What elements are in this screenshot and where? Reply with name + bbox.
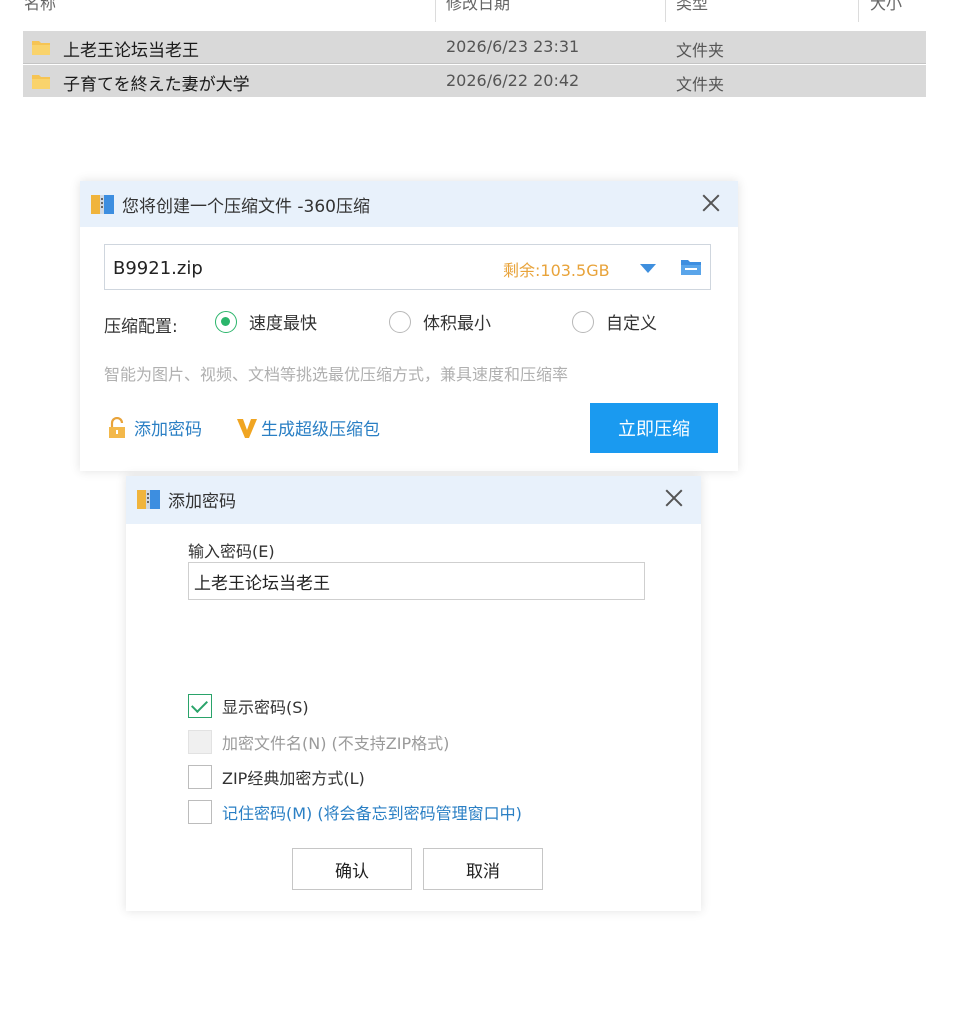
file-row[interactable]: 子育てを終えた妻が大学 2026/6/22 20:42 文件夹 xyxy=(23,65,926,97)
add-password-link[interactable]: 添加密码 xyxy=(106,415,202,440)
file-name: 子育てを終えた妻が大学 xyxy=(63,75,250,95)
add-password-text: 添加密码 xyxy=(134,420,202,440)
folder-icon xyxy=(32,75,50,89)
compress-now-button[interactable]: 立即压缩 xyxy=(590,403,718,453)
remember-password-checkbox[interactable] xyxy=(188,800,212,824)
archive-app-icon xyxy=(137,490,160,509)
column-separator[interactable] xyxy=(858,0,859,22)
zip-classic-checkbox[interactable] xyxy=(188,765,212,789)
compress-dialog-title: 您将创建一个压缩文件 -360压缩 xyxy=(122,197,370,217)
remember-password-label: 记住密码(M) (将会备忘到密码管理窗口中) xyxy=(222,804,522,823)
file-type: 文件夹 xyxy=(676,41,725,60)
password-dialog-title-bar[interactable]: 添加密码 xyxy=(126,476,701,524)
close-icon[interactable] xyxy=(698,190,724,216)
radio-label: 速度最快 xyxy=(249,314,317,334)
folder-icon xyxy=(32,41,50,55)
radio-dot[interactable] xyxy=(389,310,411,333)
compress-config-label: 压缩配置: xyxy=(104,317,178,337)
super-package-text: 生成超级压缩包 xyxy=(261,420,380,440)
encrypt-filename-checkbox xyxy=(188,730,212,754)
column-header-name[interactable]: 名称 xyxy=(24,0,56,13)
close-icon[interactable] xyxy=(661,485,687,511)
column-header-date[interactable]: 修改日期 xyxy=(446,0,510,13)
file-row[interactable]: 上老王论坛当老王 2026/6/23 23:31 文件夹 xyxy=(23,31,926,64)
password-input[interactable] xyxy=(192,566,636,596)
lock-icon xyxy=(109,416,125,438)
show-password-label: 显示密码(S) xyxy=(222,698,309,717)
encrypt-filename-option: 加密文件名(N) (不支持ZIP格式) xyxy=(188,730,449,754)
radio-smallest[interactable]: 体积最小 xyxy=(389,309,491,334)
file-type: 文件夹 xyxy=(676,75,725,94)
radio-fastest[interactable]: 速度最快 xyxy=(215,309,317,334)
radio-dot[interactable] xyxy=(215,310,237,333)
dropdown-arrow-icon[interactable] xyxy=(640,264,656,273)
confirm-button[interactable]: 确认 xyxy=(292,848,412,890)
super-package-link[interactable]: 生成超级压缩包 xyxy=(235,415,380,440)
cancel-button[interactable]: 取消 xyxy=(423,848,543,890)
compress-hint: 智能为图片、视频、文档等挑选最优压缩方式，兼具速度和压缩率 xyxy=(104,365,569,384)
radio-label: 自定义 xyxy=(606,314,657,334)
column-header-size[interactable]: 大小 xyxy=(870,0,902,13)
browse-folder-icon[interactable] xyxy=(680,257,702,277)
archive-app-icon xyxy=(91,195,114,214)
compress-dialog: 您将创建一个压缩文件 -360压缩 剩余:103.5GB 压缩配置: 速度最快 … xyxy=(80,181,738,471)
file-explorer: 名称 修改日期 类型 大小 上老王论坛当老王 2026/6/23 23:31 文… xyxy=(0,0,960,110)
password-input-label: 输入密码(E) xyxy=(188,542,275,561)
file-name: 上老王论坛当老王 xyxy=(63,41,199,61)
radio-label: 体积最小 xyxy=(423,314,491,334)
v-badge-icon xyxy=(237,418,257,438)
remember-password-option[interactable]: 记住密码(M) (将会备忘到密码管理窗口中) xyxy=(188,800,522,824)
filename-field[interactable]: 剩余:103.5GB xyxy=(104,244,711,290)
encrypt-filename-label: 加密文件名(N) (不支持ZIP格式) xyxy=(222,734,450,753)
compress-dialog-title-bar[interactable]: 您将创建一个压缩文件 -360压缩 xyxy=(80,181,738,227)
radio-dot[interactable] xyxy=(572,310,594,333)
zip-classic-option[interactable]: ZIP经典加密方式(L) xyxy=(188,765,365,789)
column-header-type[interactable]: 类型 xyxy=(676,0,708,13)
radio-custom[interactable]: 自定义 xyxy=(572,309,657,334)
file-date: 2026/6/22 20:42 xyxy=(446,71,580,90)
column-separator[interactable] xyxy=(665,0,666,22)
show-password-checkbox[interactable] xyxy=(188,694,212,718)
zip-classic-label: ZIP经典加密方式(L) xyxy=(222,769,365,788)
password-dialog-title: 添加密码 xyxy=(168,492,236,512)
file-date: 2026/6/23 23:31 xyxy=(446,37,580,56)
column-separator[interactable] xyxy=(435,0,436,22)
free-space-label: 剩余:103.5GB xyxy=(503,261,610,280)
password-dialog: 添加密码 输入密码(E) 显示密码(S) 加密文件名(N) (不支持ZIP格式)… xyxy=(126,476,701,911)
show-password-option[interactable]: 显示密码(S) xyxy=(188,694,309,718)
filename-input[interactable] xyxy=(111,253,495,283)
password-field[interactable] xyxy=(188,562,645,600)
